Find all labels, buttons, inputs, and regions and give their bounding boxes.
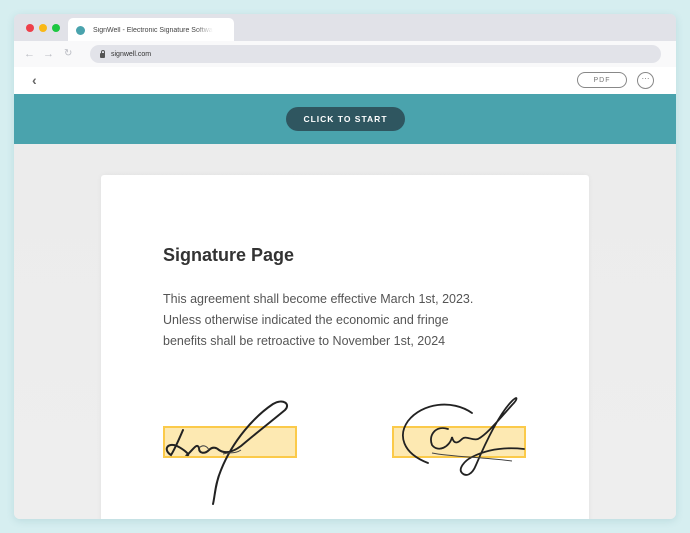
url-input[interactable]: signwell.com: [90, 45, 661, 63]
browser-tab[interactable]: SignWell - Electronic Signature Software: [68, 18, 234, 42]
browser-window: SignWell - Electronic Signature Software…: [14, 14, 676, 519]
click-to-start-button[interactable]: CLICK TO START: [286, 107, 405, 131]
tab-bar: SignWell - Electronic Signature Software: [14, 14, 676, 42]
reload-icon[interactable]: ↻: [64, 47, 72, 61]
document-body: This agreement shall become effective Ma…: [163, 289, 543, 352]
document-page: Signature Page This agreement shall beco…: [101, 175, 589, 519]
arrow-left-icon[interactable]: ←: [24, 47, 35, 61]
signature-1-icon: [165, 400, 289, 505]
address-bar: ← → ↻ signwell.com: [14, 41, 676, 67]
chevron-left-icon[interactable]: ‹: [32, 72, 37, 88]
body-line: Unless otherwise indicated the economic …: [163, 313, 449, 327]
start-banner: CLICK TO START: [14, 94, 676, 144]
document-toolbar: ‹ PDF ···: [14, 67, 676, 94]
ellipsis-icon: ···: [641, 73, 650, 83]
body-line: benefits shall be retroactive to Novembe…: [163, 334, 446, 348]
arrow-right-icon[interactable]: →: [43, 47, 54, 61]
signature-2-icon: [402, 397, 525, 476]
document-viewer: Signature Page This agreement shall beco…: [14, 144, 676, 519]
minimize-window-button[interactable]: [39, 24, 47, 32]
body-line: This agreement shall become effective Ma…: [163, 292, 474, 306]
page-title: Signature Page: [163, 245, 295, 265]
more-options-button[interactable]: ···: [637, 72, 654, 89]
tab-title: SignWell - Electronic Signature Software: [93, 26, 213, 34]
close-window-button[interactable]: [26, 24, 34, 32]
url-text: signwell.com: [111, 50, 152, 58]
signwell-favicon-icon: [76, 25, 85, 35]
maximize-window-button[interactable]: [52, 24, 60, 32]
pdf-button[interactable]: PDF: [577, 72, 627, 88]
lock-icon: [100, 49, 105, 58]
